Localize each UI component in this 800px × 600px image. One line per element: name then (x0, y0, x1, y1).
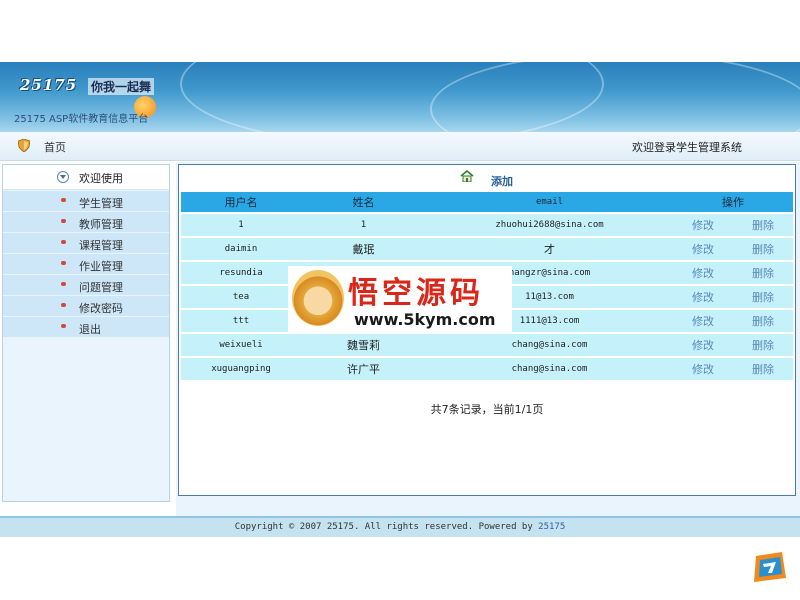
sidebar-item-homework[interactable]: 作业管理 (3, 254, 169, 274)
edit-link[interactable]: 修改 (673, 262, 733, 284)
delete-link[interactable]: 删除 (733, 334, 793, 356)
logo-slogan: 你我一起舞 (88, 78, 155, 95)
col-actions: 操作 (673, 192, 793, 212)
bullet-icon (61, 240, 66, 244)
watermark-overlay: 悟空源码 www.5kym.com (288, 266, 512, 334)
delete-link[interactable]: 删除 (733, 262, 793, 284)
cell-email: chang@sina.com (426, 358, 673, 380)
col-name: 姓名 (301, 192, 426, 212)
sidebar-item-label: 修改密码 (79, 302, 123, 315)
bullet-icon (61, 282, 66, 286)
cell-username: resundia (181, 262, 301, 284)
delete-link[interactable]: 删除 (733, 286, 793, 308)
table-row: weixueli 魏雪莉 chang@sina.com 修改 删除 (181, 334, 793, 356)
col-username: 用户名 (181, 192, 301, 212)
cell-name: 1 (301, 214, 426, 236)
delete-link[interactable]: 删除 (733, 238, 793, 260)
chevron-down-icon (57, 171, 69, 183)
cell-username: 1 (181, 214, 301, 236)
cell-username: tea (181, 286, 301, 308)
sidebar-item-logout[interactable]: 退出 (3, 317, 169, 337)
sidebar-item-label: 教师管理 (79, 218, 123, 231)
sidebar-item-teachers[interactable]: 教师管理 (3, 212, 169, 232)
header-banner: 25175 你我一起舞 25175 ASP软件教育信息平台 (0, 62, 800, 132)
table-row: xuguangping 许广平 chang@sina.com 修改 删除 (181, 358, 793, 380)
edit-link[interactable]: 修改 (673, 286, 733, 308)
monkey-king-icon (292, 270, 344, 326)
edit-link[interactable]: 修改 (673, 334, 733, 356)
sidebar-item-label: 问题管理 (79, 281, 123, 294)
site-logo[interactable]: 25175 你我一起舞 (8, 68, 158, 118)
cell-name: 许广平 (301, 358, 426, 380)
cell-username: weixueli (181, 334, 301, 356)
edit-link[interactable]: 修改 (673, 310, 733, 332)
bullet-icon (61, 198, 66, 202)
add-button[interactable]: 添加 (491, 173, 513, 189)
footer: Copyright © 2007 25175. All rights reser… (0, 518, 800, 537)
cell-name: 戴珉 (301, 238, 426, 260)
sidebar-item-label: 作业管理 (79, 260, 123, 273)
house-icon[interactable] (460, 170, 474, 182)
welcome-message: 欢迎登录学生管理系统 (632, 141, 742, 154)
cell-name: 魏雪莉 (301, 334, 426, 356)
cell-username: xuguangping (181, 358, 301, 380)
edit-link[interactable]: 修改 (673, 214, 733, 236)
cell-username: daimin (181, 238, 301, 260)
cell-username: ttt (181, 310, 301, 332)
sidebar-header-label: 欢迎使用 (79, 172, 123, 185)
powered-by-link[interactable]: 25175 (538, 522, 565, 532)
add-toolbar: 添加 (179, 165, 795, 189)
bullet-icon (61, 324, 66, 328)
cell-email: 才 (426, 238, 673, 260)
pagination-summary: 共7条记录，当前1/1页 (430, 403, 544, 416)
bullet-icon (61, 261, 66, 265)
cell-email: zhuohui2688@sina.com (426, 214, 673, 236)
col-email: email (426, 192, 673, 212)
bullet-icon (61, 219, 66, 223)
sidebar-item-courses[interactable]: 课程管理 (3, 233, 169, 253)
platform-title: 25175 ASP软件教育信息平台 (14, 114, 149, 125)
copyright-text: Copyright © 2007 25175. All rights reser… (234, 522, 539, 532)
home-link[interactable]: 首页 (44, 139, 66, 155)
logo-text: 25175 (20, 76, 78, 94)
edit-link[interactable]: 修改 (673, 358, 733, 380)
sidebar-item-label: 学生管理 (79, 197, 123, 210)
table-row: daimin 戴珉 才 修改 删除 (181, 238, 793, 260)
sidebar-item-students[interactable]: 学生管理 (3, 191, 169, 211)
watermark-url: www.5kym.com (354, 310, 496, 329)
delete-link[interactable]: 删除 (733, 358, 793, 380)
table-header-row: 用户名 姓名 email 操作 (181, 192, 793, 212)
sidebar: 欢迎使用 学生管理 教师管理 课程管理 作业管理 问题管理 修改密码 退出 (2, 164, 170, 502)
sidebar-item-label: 退出 (79, 323, 101, 336)
sidebar-item-change-password[interactable]: 修改密码 (3, 296, 169, 316)
sidebar-item-questions[interactable]: 问题管理 (3, 275, 169, 295)
sidebar-item-label: 课程管理 (79, 239, 123, 252)
delete-link[interactable]: 删除 (733, 310, 793, 332)
bullet-icon (61, 303, 66, 307)
banner-swirl (430, 62, 800, 132)
watermark-title: 悟空源码 (348, 276, 484, 311)
shield-icon (18, 139, 30, 152)
sidebar-header[interactable]: 欢迎使用 (3, 165, 169, 190)
main-content: 添加 用户名 姓名 email 操作 1 1 zhuohui2688@sina.… (176, 162, 800, 517)
corner-logo-icon (754, 552, 786, 582)
delete-link[interactable]: 删除 (733, 214, 793, 236)
table-row: 1 1 zhuohui2688@sina.com 修改 删除 (181, 214, 793, 236)
edit-link[interactable]: 修改 (673, 238, 733, 260)
nav-bar: 首页 欢迎登录学生管理系统 (0, 132, 800, 161)
cell-email: chang@sina.com (426, 334, 673, 356)
